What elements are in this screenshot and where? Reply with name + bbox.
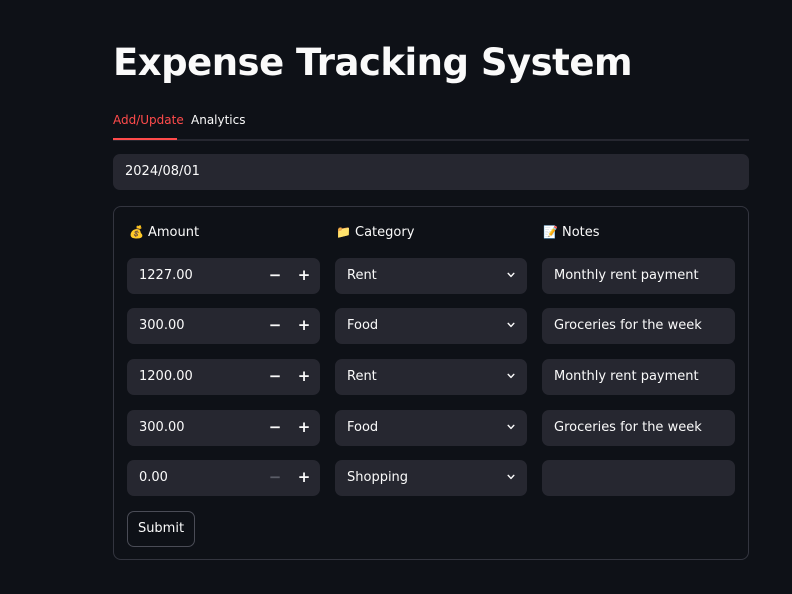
decrement-button[interactable]: −: [261, 359, 289, 395]
increment-button[interactable]: +: [290, 460, 318, 496]
decrement-button[interactable]: −: [261, 258, 289, 294]
amount-value[interactable]: 300.00: [139, 410, 185, 446]
category-header-label: Category: [355, 225, 415, 240]
notes-value: Groceries for the week: [554, 318, 702, 333]
memo-icon: 📝: [543, 225, 558, 239]
tab-add-update[interactable]: Add/Update: [113, 110, 184, 140]
decrement-button[interactable]: −: [261, 460, 289, 496]
chevron-down-icon[interactable]: [507, 271, 515, 279]
amount-header: 💰 Amount: [129, 223, 199, 242]
notes-value: Monthly rent payment: [554, 268, 699, 283]
amount-stepper[interactable]: 0.00 − +: [127, 460, 320, 496]
amount-stepper[interactable]: 300.00 − +: [127, 410, 320, 446]
tab-bar: Add/Update Analytics: [113, 110, 749, 141]
category-value: Food: [347, 318, 379, 333]
category-select[interactable]: Food: [335, 410, 527, 446]
amount-stepper[interactable]: 300.00 − +: [127, 308, 320, 344]
chevron-down-icon[interactable]: [507, 423, 515, 431]
chevron-down-icon[interactable]: [507, 473, 515, 481]
folder-icon: 📁: [336, 225, 351, 239]
amount-value[interactable]: 300.00: [139, 308, 185, 344]
page-title: Expense Tracking System: [113, 41, 633, 84]
money-bag-icon: 💰: [129, 225, 144, 239]
amount-stepper[interactable]: 1200.00 − +: [127, 359, 320, 395]
category-header: 📁 Category: [336, 223, 414, 242]
notes-header: 📝 Notes: [543, 223, 600, 242]
notes-value: Groceries for the week: [554, 420, 702, 435]
decrement-button[interactable]: −: [261, 410, 289, 446]
increment-button[interactable]: +: [290, 359, 318, 395]
notes-header-label: Notes: [562, 225, 600, 240]
notes-input[interactable]: Groceries for the week: [542, 410, 735, 446]
chevron-down-icon[interactable]: [507, 372, 515, 380]
amount-value[interactable]: 0.00: [139, 460, 168, 496]
category-value: Rent: [347, 369, 377, 384]
amount-header-label: Amount: [148, 225, 200, 240]
increment-button[interactable]: +: [290, 308, 318, 344]
category-select[interactable]: Shopping: [335, 460, 527, 496]
amount-value[interactable]: 1227.00: [139, 258, 193, 294]
app-page: Expense Tracking System Add/Update Analy…: [0, 0, 792, 594]
category-select[interactable]: Food: [335, 308, 527, 344]
notes-value: Monthly rent payment: [554, 369, 699, 384]
amount-stepper[interactable]: 1227.00 − +: [127, 258, 320, 294]
category-select[interactable]: Rent: [335, 359, 527, 395]
notes-input[interactable]: Groceries for the week: [542, 308, 735, 344]
category-value: Rent: [347, 268, 377, 283]
notes-input[interactable]: Monthly rent payment: [542, 359, 735, 395]
expense-form: 💰 Amount 📁 Category 📝 Notes 1227.00− + Rent Mo…: [113, 206, 749, 560]
submit-button[interactable]: Submit: [127, 511, 195, 547]
tab-analytics[interactable]: Analytics: [191, 110, 246, 139]
date-input[interactable]: 2024/08/01: [113, 154, 749, 190]
notes-input[interactable]: Monthly rent payment: [542, 258, 735, 294]
notes-input[interactable]: [542, 460, 735, 496]
category-value: Shopping: [347, 470, 409, 485]
chevron-down-icon[interactable]: [507, 321, 515, 329]
increment-button[interactable]: +: [290, 410, 318, 446]
category-select[interactable]: Rent: [335, 258, 527, 294]
increment-button[interactable]: +: [290, 258, 318, 294]
category-value: Food: [347, 420, 379, 435]
decrement-button[interactable]: −: [261, 308, 289, 344]
amount-value[interactable]: 1200.00: [139, 359, 193, 395]
